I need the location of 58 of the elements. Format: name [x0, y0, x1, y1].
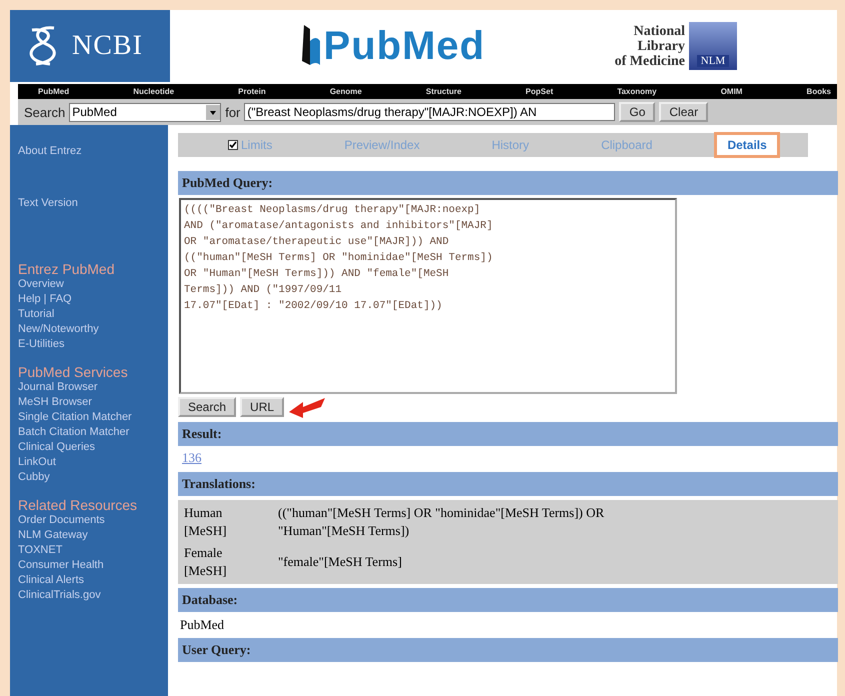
sidebar-link[interactable]: Overview: [18, 277, 168, 292]
nav-link[interactable]: Nucleotide: [133, 87, 174, 96]
search-bar-button[interactable]: Go: [619, 102, 656, 122]
query-button[interactable]: Search: [178, 397, 236, 417]
sidebar-heading: Related Resources: [18, 497, 138, 513]
checkbox[interactable]: [228, 140, 238, 150]
sidebar-link[interactable]: Journal Browser: [18, 380, 168, 395]
pubmed-logo: PubMed: [324, 24, 486, 68]
sidebar-heading: Entrez PubMed: [18, 261, 116, 277]
nav-link[interactable]: Books: [806, 87, 831, 96]
section-heading: Translations:: [178, 472, 838, 496]
nav-link[interactable]: Taxonomy: [617, 87, 657, 96]
sidebar-link[interactable]: ClinicalTrials.gov: [18, 588, 168, 603]
sidebar-link[interactable]: TOXNET: [18, 543, 168, 558]
nav-link[interactable]: PopSet: [526, 87, 554, 96]
sidebar-link[interactable]: LinkOut: [18, 455, 168, 470]
sidebar-link[interactable]: Help | FAQ: [18, 292, 168, 307]
nav-link[interactable]: Structure: [426, 87, 462, 96]
sidebar-link[interactable]: Cubby: [18, 470, 168, 485]
section-heading: Result:: [178, 422, 838, 446]
search-field[interactable]: ("Breast Neoplasms/drug therapy"[MAJR:NOEXP]) AN: [244, 103, 616, 121]
nlm-logo: NLM: [689, 22, 737, 70]
sidebar-link[interactable]: Single Citation Matcher: [18, 410, 168, 425]
sidebar-link[interactable]: Tutorial: [18, 307, 168, 322]
sidebar-link[interactable]: Clinical Alerts: [18, 573, 168, 588]
nav-link[interactable]: Protein: [238, 87, 266, 96]
sidebar-link[interactable]: Consumer Health: [18, 558, 168, 573]
search-bar-button[interactable]: Clear: [659, 102, 708, 122]
section-heading: PubMed Query:: [178, 171, 838, 195]
nav-link[interactable]: OMIM: [720, 87, 742, 96]
term-cell-text: Human [MeSH]: [183, 504, 228, 540]
tab[interactable]: Details: [714, 132, 780, 158]
sidebar-link[interactable]: MeSH Browser: [18, 395, 168, 410]
query-button[interactable]: URL: [240, 397, 284, 417]
sidebar-link[interactable]: E-Utilities: [18, 337, 168, 352]
database-value: PubMed: [180, 617, 226, 633]
query-textarea[interactable]: (((("Breast Neoplasms/drug therapy"[MAJR:noexp] AND ("aromatase/antagonists and inhibitors"[MAJR] OR "aromatase/therapeutic use"[MAJR])) AND (("human"[MeSH Terms] OR "hominidae"[MeSH Terms]) OR "Human"[MeSH Terms])) AND "female"[MeSH Terms])) AND ("1997/09/11 17.07"[EDat] : "2002/09/10 17.07"[EDat])): [179, 198, 677, 394]
translation-cell-text: (("human"[MeSH Terms] OR "hominidae"[MeSH Terms]) OR "Human"[MeSH Terms]): [278, 504, 606, 540]
sidebar-link[interactable]: Batch Citation Matcher: [18, 425, 168, 440]
search-label: Search: [24, 104, 66, 120]
sidebar-link[interactable]: Order Documents: [18, 513, 168, 528]
sidebar-link[interactable]: Clinical Queries: [18, 440, 168, 455]
sidebar-link[interactable]: About Entrez: [18, 145, 168, 157]
sidebar-link[interactable]: New/Noteworthy: [18, 322, 168, 337]
nav-link[interactable]: Genome: [330, 87, 362, 96]
section-heading: Database:: [178, 588, 838, 612]
section-heading: User Query:: [178, 638, 838, 662]
term-cell-text: Female [MeSH]: [183, 544, 228, 580]
sidebar-link[interactable]: NLM Gateway: [18, 528, 168, 543]
sidebar-heading: PubMed Services: [18, 364, 129, 380]
ncbi-brand: NCBI: [72, 30, 143, 62]
library-name: National Library of Medicine: [614, 24, 685, 68]
sidebar-link[interactable]: Text Version: [18, 197, 168, 209]
nav-link[interactable]: PubMed: [38, 87, 70, 96]
for-label: for: [225, 104, 240, 120]
translation-cell-text: "female"[MeSH Terms]: [278, 553, 403, 571]
database-select[interactable]: PubMed: [69, 102, 222, 122]
result-count-link[interactable]: 136: [182, 450, 838, 466]
